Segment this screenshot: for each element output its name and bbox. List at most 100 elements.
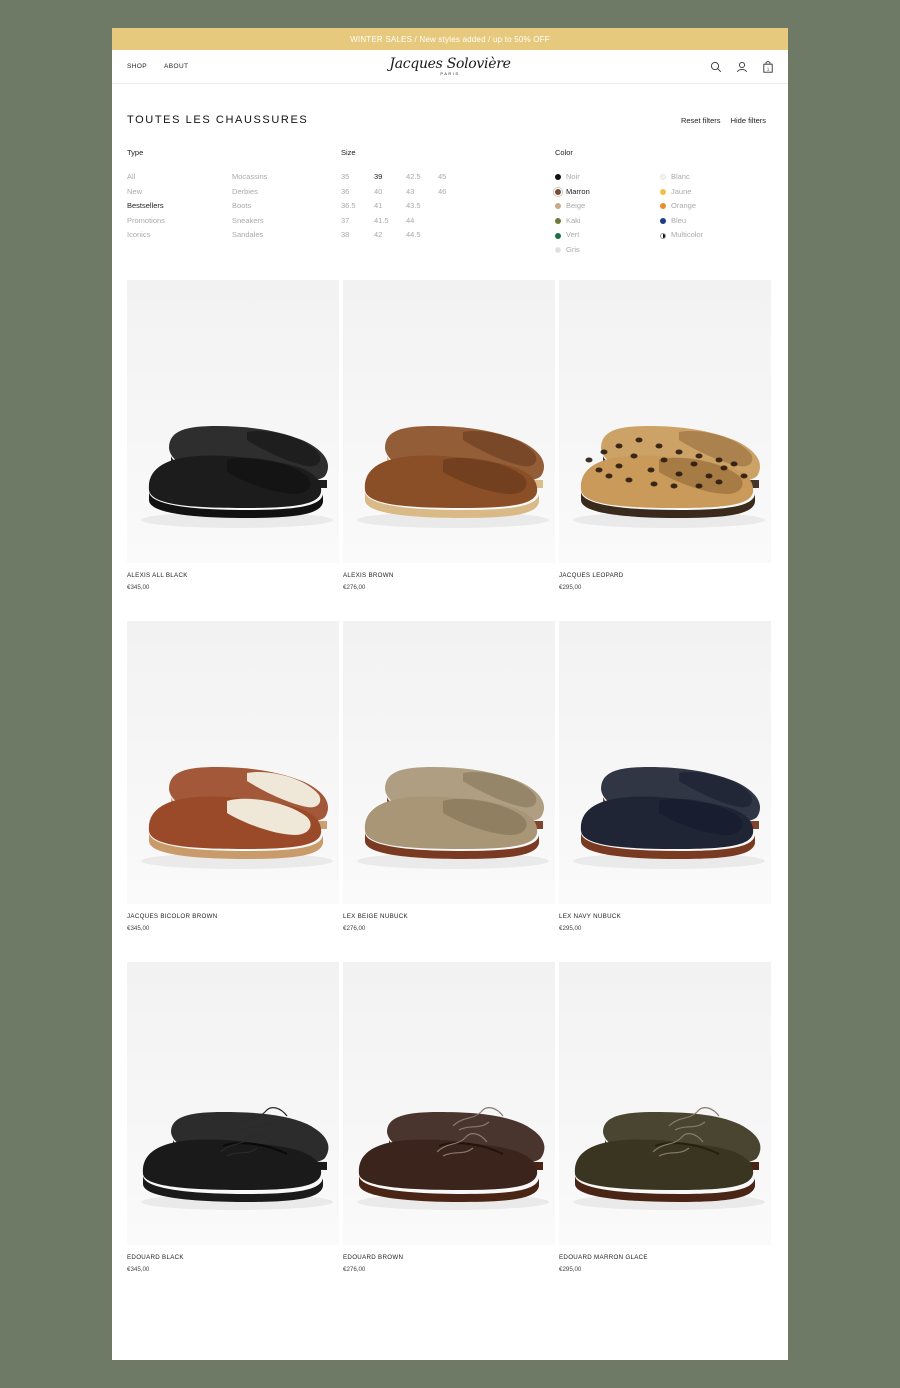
filter-option[interactable]: 36 [341, 185, 356, 200]
promo-banner[interactable]: WINTER SALES / New styles added / up to … [112, 28, 788, 50]
product-card[interactable]: ALEXIS BROWN €276,00 [343, 280, 555, 621]
color-option[interactable]: Gris [555, 243, 590, 258]
product-card[interactable]: ALEXIS ALL BLACK €345,00 [127, 280, 339, 621]
product-card[interactable]: JACQUES LEOPARD €295,00 [559, 280, 771, 621]
filter-option[interactable]: 36.5 [341, 199, 356, 214]
product-name[interactable]: EDOUARD BROWN [343, 1254, 555, 1261]
filter-actions: Reset filters Hide filters [681, 116, 766, 125]
color-option[interactable]: Bleu [660, 214, 703, 229]
filter-option[interactable]: New [127, 185, 165, 200]
product-card[interactable]: EDOUARD MARRON GLACE €295,00 [559, 962, 771, 1303]
hide-filters-button[interactable]: Hide filters [731, 116, 766, 125]
product-name[interactable]: JACQUES BICOLOR BROWN [127, 913, 339, 920]
nav-shop-link[interactable]: SHOP [127, 63, 147, 70]
color-filter-title: Color [555, 148, 573, 157]
filter-option[interactable]: Bestsellers [127, 199, 165, 214]
cart-icon[interactable]: 1 [762, 61, 774, 73]
shoe-image [573, 767, 765, 869]
shoe-image [573, 426, 765, 528]
color-swatch [660, 188, 666, 195]
color-label: Vert [566, 230, 580, 240]
color-swatch [660, 203, 666, 210]
nav-about-link[interactable]: ABOUT [164, 63, 188, 70]
filter-option[interactable]: 38 [341, 228, 356, 243]
product-card[interactable]: EDOUARD BROWN €276,00 [343, 962, 555, 1303]
brand-logo[interactable]: Jacques Solovière PARIS [389, 56, 510, 76]
product-card[interactable]: EDOUARD BLACK €345,00 [127, 962, 339, 1303]
product-name[interactable]: LEX NAVY NUBUCK [559, 913, 771, 920]
product-name[interactable]: LEX BEIGE NUBUCK [343, 913, 555, 920]
shoe-image [357, 426, 549, 528]
filter-option[interactable]: 43 [406, 185, 421, 200]
filter-option[interactable]: 40 [374, 185, 389, 200]
product-photo[interactable] [559, 962, 771, 1245]
color-option[interactable]: Marron [555, 185, 590, 200]
size-filter-col3: 42.5 43 43.5 44 44.5 [406, 170, 421, 243]
color-option[interactable]: Multicolor [660, 228, 703, 243]
shoe-image [141, 426, 333, 528]
product-name[interactable]: JACQUES LEOPARD [559, 572, 771, 579]
color-option[interactable]: Beige [555, 199, 590, 214]
color-filter-col2: Blanc Jaune Orange Bleu Multicolor [660, 170, 703, 243]
filter-option[interactable]: Boots [232, 199, 267, 214]
filter-option[interactable]: Derbies [232, 185, 267, 200]
product-card[interactable]: LEX BEIGE NUBUCK €276,00 [343, 621, 555, 962]
color-label: Beige [566, 201, 586, 211]
filter-option[interactable]: All [127, 170, 165, 185]
product-card[interactable]: LEX NAVY NUBUCK €295,00 [559, 621, 771, 962]
product-photo[interactable] [127, 280, 339, 563]
product-price: €295,00 [559, 1266, 582, 1273]
filter-option[interactable]: Iconics [127, 228, 165, 243]
filter-option[interactable]: 41.5 [374, 214, 389, 229]
color-label: Multicolor [671, 230, 704, 240]
product-photo[interactable] [559, 621, 771, 904]
filter-option[interactable]: 45 [438, 170, 446, 185]
filter-option[interactable]: 44.5 [406, 228, 421, 243]
color-option[interactable]: Vert [555, 228, 590, 243]
product-photo[interactable] [343, 280, 555, 563]
product-name[interactable]: EDOUARD BLACK [127, 1254, 339, 1261]
filter-option[interactable]: 37 [341, 214, 356, 229]
promo-banner-text: WINTER SALES / New styles added / up to … [350, 34, 550, 44]
account-icon[interactable] [736, 61, 748, 73]
filter-option[interactable]: 39 [374, 170, 389, 185]
product-photo[interactable] [127, 962, 339, 1245]
filter-option[interactable]: 41 [374, 199, 389, 214]
search-icon[interactable] [710, 61, 722, 73]
product-photo[interactable] [559, 280, 771, 563]
filter-option[interactable]: 43.5 [406, 199, 421, 214]
color-option[interactable]: Orange [660, 199, 703, 214]
filter-option[interactable]: 44 [406, 214, 421, 229]
color-swatch [555, 218, 561, 225]
color-label: Marron [566, 186, 590, 196]
color-option[interactable]: Kaki [555, 214, 590, 229]
product-photo[interactable] [343, 621, 555, 904]
filter-option[interactable]: Promotions [127, 214, 165, 229]
shoe-image [141, 767, 333, 869]
product-name[interactable]: ALEXIS ALL BLACK [127, 572, 339, 579]
color-option[interactable]: Blanc [660, 170, 703, 185]
type-filter-title: Type [127, 148, 144, 157]
filter-option[interactable]: 46 [438, 185, 446, 200]
color-option[interactable]: Jaune [660, 185, 703, 200]
color-label: Kaki [566, 215, 581, 225]
product-photo[interactable] [127, 621, 339, 904]
page-title: TOUTES LES CHAUSSURES [127, 114, 309, 126]
product-name[interactable]: EDOUARD MARRON GLACE [559, 1254, 771, 1261]
filter-option[interactable]: Mocassins [232, 170, 267, 185]
product-photo[interactable] [343, 962, 555, 1245]
filter-option[interactable]: Sneakers [232, 214, 267, 229]
filter-option[interactable]: 42 [374, 228, 389, 243]
reset-filters-button[interactable]: Reset filters [681, 116, 721, 125]
type-filter-col1: All New Bestsellers Promotions Iconics [127, 170, 165, 243]
filter-option[interactable]: Sandales [232, 228, 267, 243]
color-label: Bleu [671, 215, 687, 225]
filter-option[interactable]: 42.5 [406, 170, 421, 185]
filter-option[interactable]: 35 [341, 170, 356, 185]
color-swatch [555, 174, 561, 181]
color-swatch [555, 203, 561, 210]
product-card[interactable]: JACQUES BICOLOR BROWN €345,00 [127, 621, 339, 962]
color-swatch [555, 232, 561, 239]
product-name[interactable]: ALEXIS BROWN [343, 572, 555, 579]
color-option[interactable]: Noir [555, 170, 590, 185]
